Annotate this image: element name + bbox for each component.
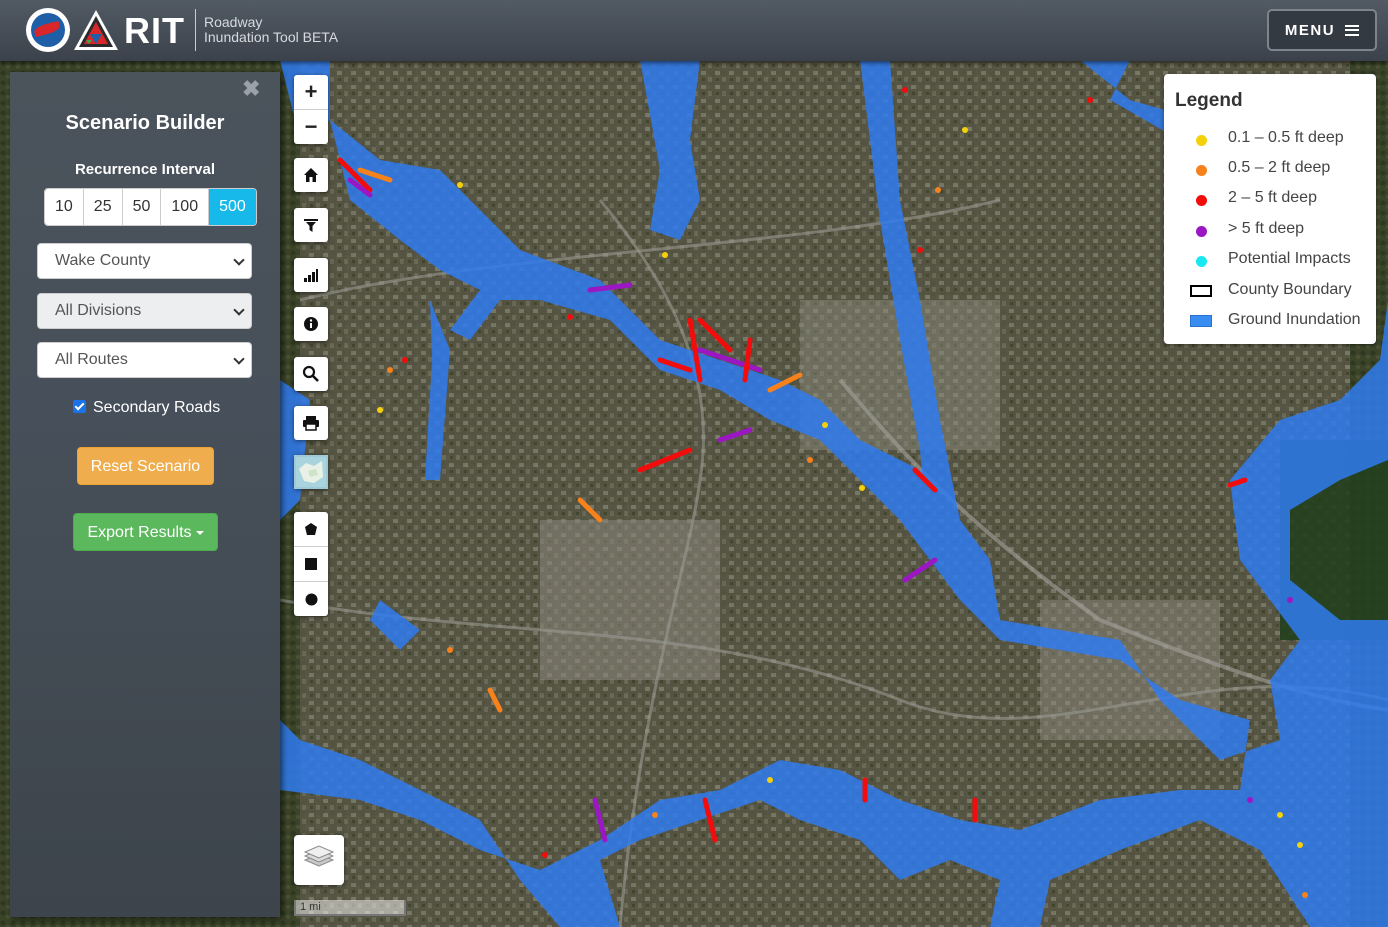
- legend-title: Legend: [1175, 90, 1243, 111]
- ground-inundation-swatch: [1190, 315, 1212, 327]
- hamburger-icon: [1345, 24, 1360, 36]
- legend-item: 0.1 – 0.5 ft deep: [1164, 127, 1376, 151]
- legend-item-label: > 5 ft deep: [1228, 220, 1305, 237]
- draw-rectangle-button[interactable]: [294, 547, 328, 582]
- chevron-down-icon: [233, 353, 245, 365]
- cyan-dot-icon: [1196, 256, 1207, 267]
- draw-toolbar: [294, 512, 328, 616]
- polygon-icon: [305, 523, 317, 535]
- brand-subtitle-line1: Roadway: [204, 14, 263, 30]
- reset-scenario-button[interactable]: Reset Scenario: [77, 447, 214, 485]
- rit-triangle-logo: [74, 10, 118, 50]
- legend-item-label: 0.1 – 0.5 ft deep: [1228, 129, 1344, 146]
- legend-item: 2 – 5 ft deep: [1164, 187, 1376, 211]
- search-icon: [302, 365, 319, 382]
- export-results-button[interactable]: Export Results: [73, 513, 218, 551]
- filter-button[interactable]: [294, 208, 328, 242]
- chart-button[interactable]: [294, 258, 328, 292]
- county-select-value: Wake County: [55, 252, 151, 269]
- scenario-builder-panel: ✖ Scenario Builder Recurrence Interval 1…: [10, 72, 280, 917]
- caret-down-icon: [195, 530, 204, 535]
- routes-select-value: All Routes: [55, 351, 128, 368]
- routes-select[interactable]: All Routes: [37, 342, 252, 378]
- legend-item: > 5 ft deep: [1164, 218, 1376, 242]
- recurrence-interval-selector: 10 25 50 100 500: [44, 188, 257, 226]
- basemap-thumbnail-button[interactable]: [294, 455, 328, 489]
- yellow-dot-icon: [1196, 135, 1207, 146]
- brand-name: RIT: [124, 10, 185, 51]
- chevron-down-icon: [233, 304, 245, 316]
- legend-item-label: Potential Impacts: [1228, 250, 1351, 267]
- county-boundary-swatch: [1190, 285, 1212, 297]
- scale-bar: 1 mi: [294, 900, 406, 916]
- basemap-map-icon: [296, 457, 326, 487]
- chevron-down-icon: [233, 254, 245, 266]
- bar-chart-icon: [304, 269, 318, 282]
- menu-button[interactable]: MENU: [1267, 9, 1377, 51]
- legend-item: County Boundary: [1164, 279, 1376, 303]
- brand-subtitle-line2: Inundation Tool BETA: [204, 29, 339, 45]
- recurrence-interval-label: Recurrence Interval: [74, 161, 216, 178]
- interval-option-10[interactable]: 10: [45, 189, 84, 225]
- legend-item-label: Ground Inundation: [1228, 311, 1361, 328]
- legend-panel: Legend 0.1 – 0.5 ft deep 0.5 – 2 ft deep…: [1164, 74, 1376, 344]
- zoom-control: + −: [294, 75, 328, 144]
- layers-icon: [303, 845, 335, 867]
- close-icon[interactable]: ✖: [242, 76, 260, 102]
- legend-item: Potential Impacts: [1164, 248, 1376, 272]
- red-dot-icon: [1196, 195, 1207, 206]
- purple-dot-icon: [1196, 226, 1207, 237]
- interval-option-25[interactable]: 25: [83, 189, 123, 225]
- panel-title: Scenario Builder: [65, 112, 225, 134]
- export-results-label: Export Results: [87, 524, 192, 541]
- square-icon: [305, 558, 317, 570]
- zoom-out-button[interactable]: −: [294, 110, 328, 144]
- app-header: RIT Roadway Inundation Tool BETA MENU: [0, 0, 1388, 61]
- interval-option-50[interactable]: 50: [122, 189, 162, 225]
- print-icon: [303, 416, 319, 431]
- legend-item-label: County Boundary: [1228, 281, 1352, 298]
- secondary-roads-label[interactable]: Secondary Roads: [93, 399, 220, 417]
- legend-item: Ground Inundation: [1164, 309, 1376, 333]
- legend-item-label: 2 – 5 ft deep: [1228, 189, 1317, 206]
- division-select[interactable]: All Divisions: [37, 293, 252, 329]
- ncdot-logo: [26, 8, 70, 52]
- menu-label: MENU: [1284, 21, 1336, 39]
- interval-option-500[interactable]: 500: [209, 189, 256, 225]
- filter-icon: [304, 219, 318, 232]
- circle-icon: [305, 593, 317, 605]
- county-select[interactable]: Wake County: [37, 243, 252, 279]
- interval-option-100[interactable]: 100: [161, 189, 210, 225]
- draw-polygon-button[interactable]: [294, 512, 328, 547]
- info-icon: [304, 317, 318, 331]
- legend-item: 0.5 – 2 ft deep: [1164, 157, 1376, 181]
- home-button[interactable]: [294, 158, 328, 192]
- info-button[interactable]: [294, 307, 328, 341]
- home-icon: [304, 168, 318, 182]
- zoom-in-button[interactable]: +: [294, 75, 328, 110]
- division-select-value: All Divisions: [55, 302, 142, 319]
- orange-dot-icon: [1196, 165, 1207, 176]
- layers-button[interactable]: [294, 835, 344, 885]
- legend-item-label: 0.5 – 2 ft deep: [1228, 159, 1331, 176]
- secondary-roads-checkbox[interactable]: [73, 400, 86, 413]
- draw-circle-button[interactable]: [294, 582, 328, 616]
- print-button[interactable]: [294, 406, 328, 440]
- search-button[interactable]: [294, 357, 328, 391]
- brand-divider: [195, 9, 196, 51]
